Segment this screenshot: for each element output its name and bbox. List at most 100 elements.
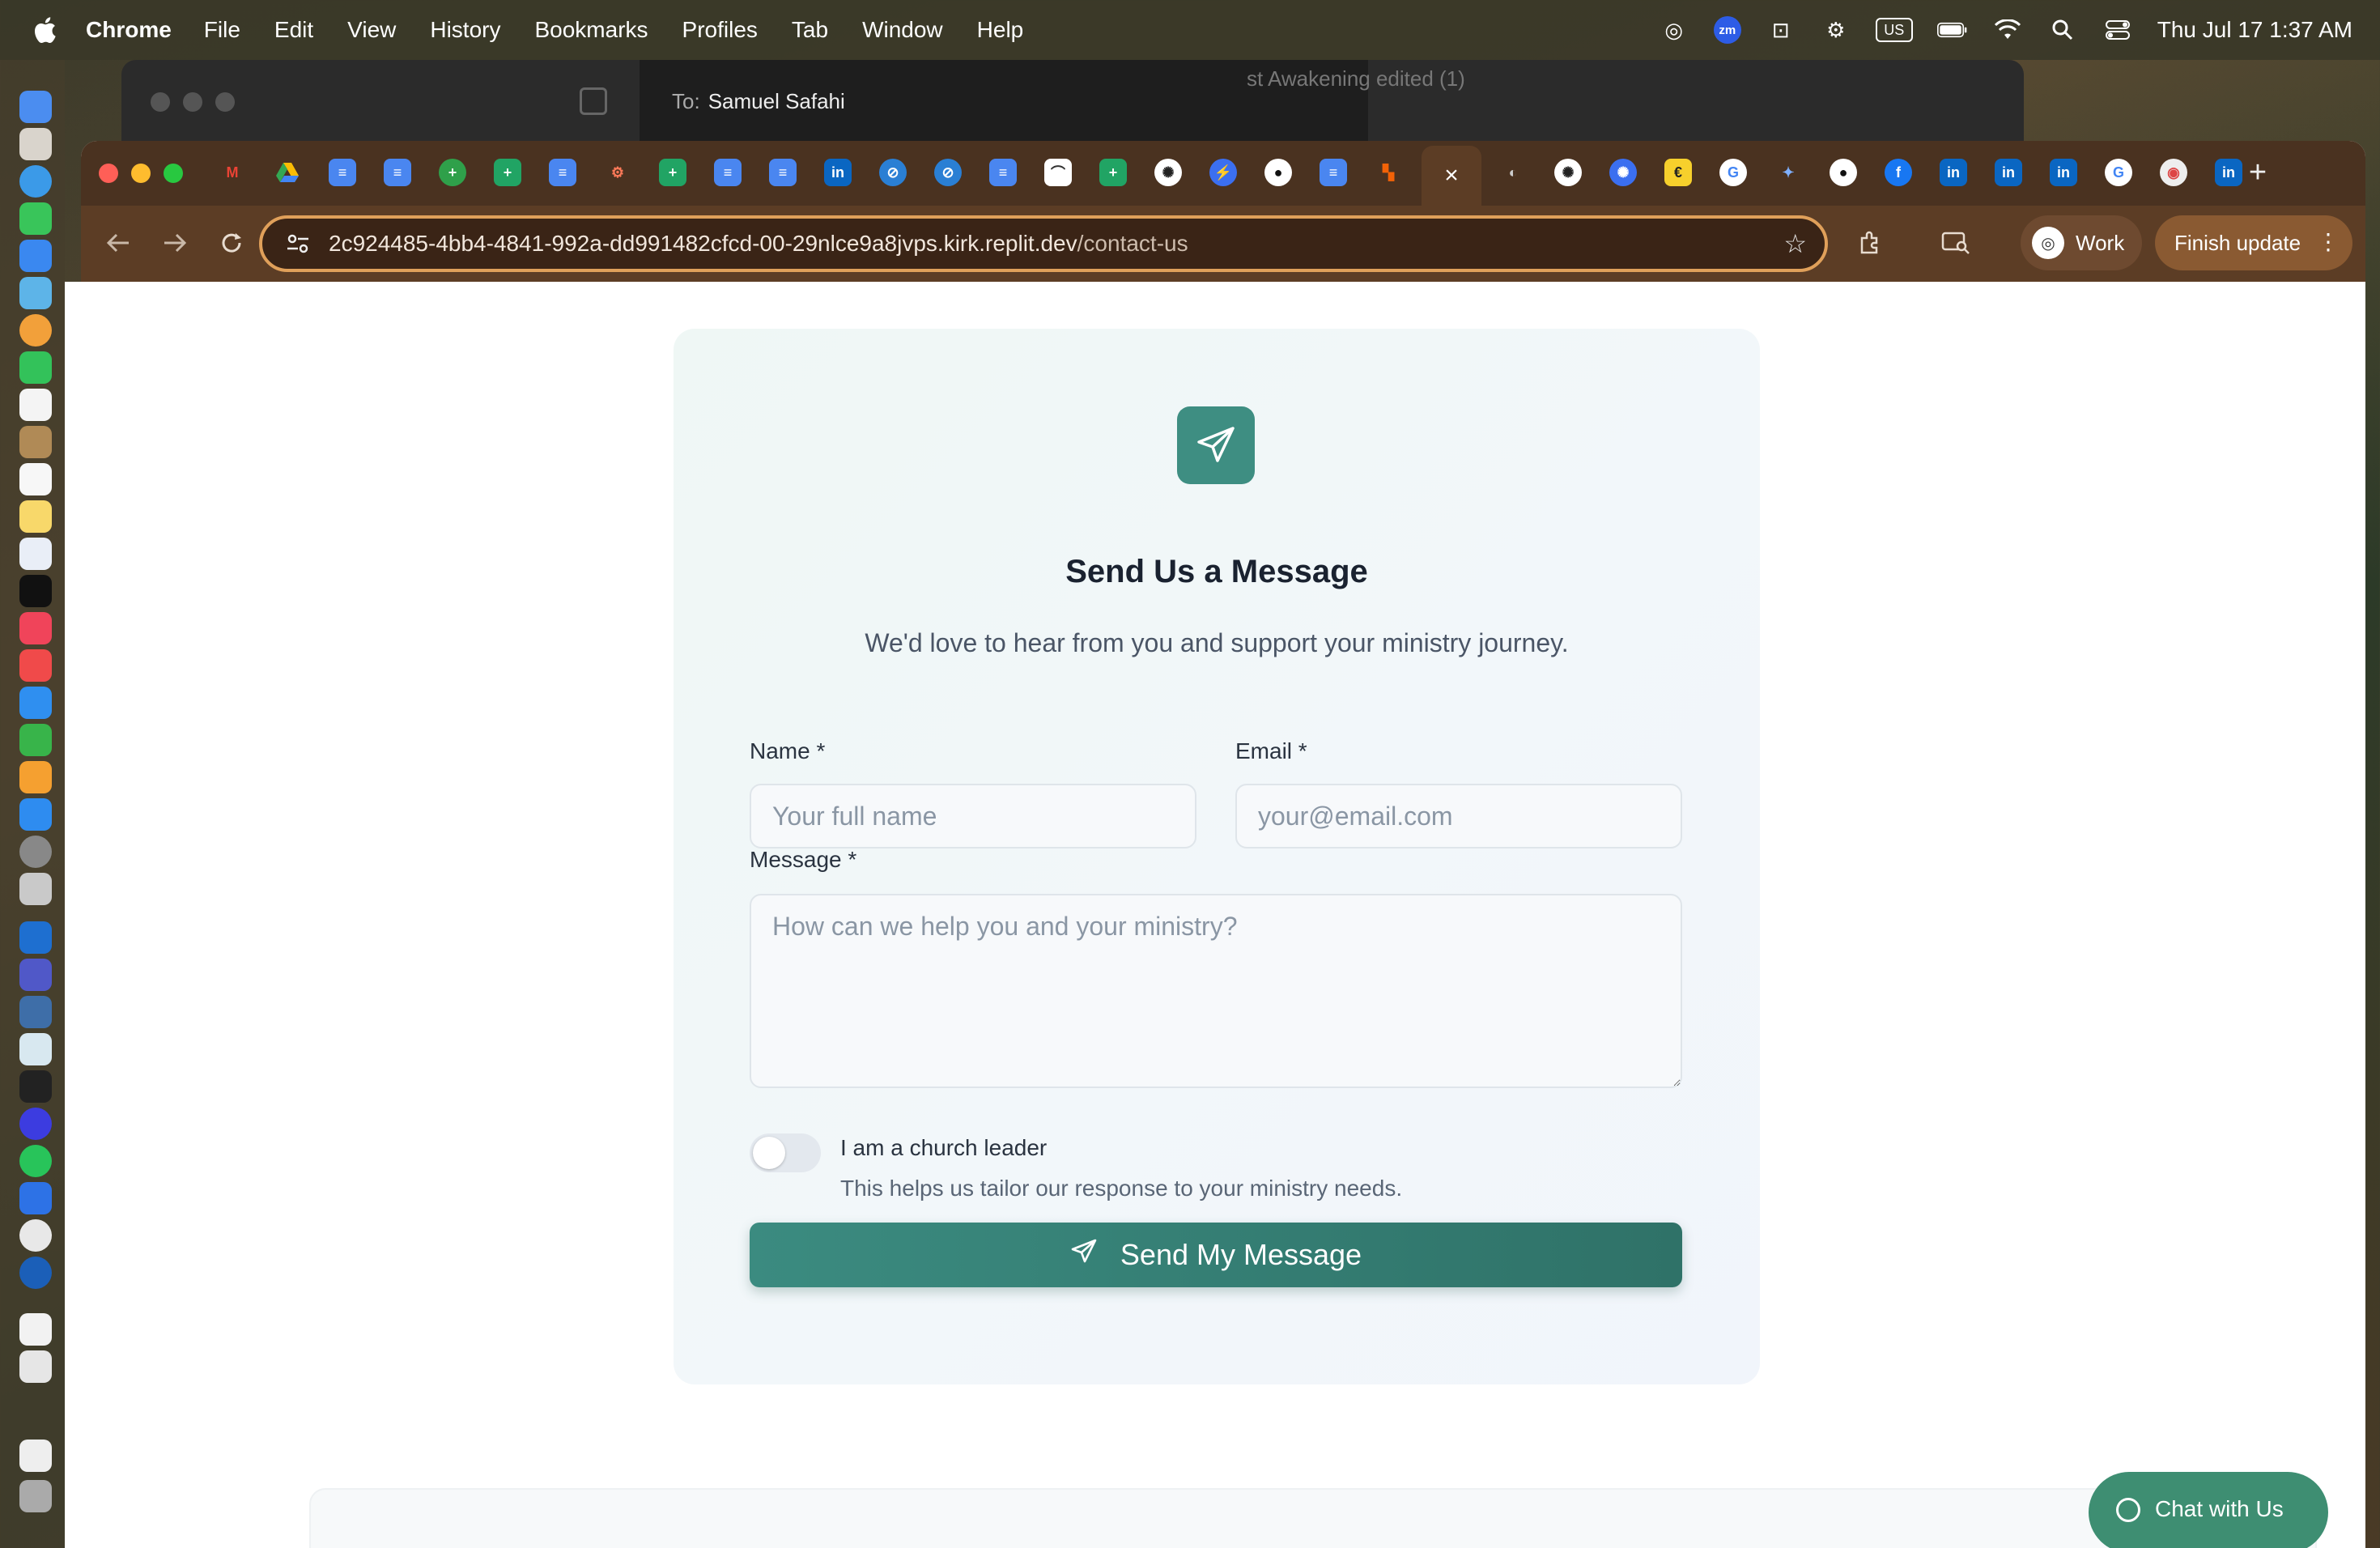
apple-tv-icon[interactable]	[19, 575, 52, 607]
numbers-icon[interactable]	[19, 724, 52, 756]
calendar-icon[interactable]	[19, 389, 52, 421]
menu-window[interactable]: Window	[862, 17, 943, 43]
tab-github-icon[interactable]: ●	[1830, 159, 1857, 186]
downloads-icon[interactable]	[19, 1440, 52, 1472]
wifi-icon[interactable]	[1992, 16, 2023, 44]
tab-sheets-icon[interactable]: +	[494, 159, 521, 186]
name-input[interactable]	[750, 784, 1196, 848]
menu-bar-clock[interactable]: Thu Jul 17 1:37 AM	[2157, 17, 2352, 43]
battery-icon[interactable]	[1936, 16, 1968, 44]
tab-docs-icon[interactable]: ≡	[714, 159, 742, 186]
news-icon[interactable]	[19, 649, 52, 682]
tab-app-icon[interactable]: ⌒	[1044, 159, 1072, 186]
finder-icon[interactable]	[19, 91, 52, 123]
whatsapp-icon[interactable]	[19, 1145, 52, 1177]
launchpad-icon[interactable]	[19, 128, 52, 160]
apple-menu-icon[interactable]	[31, 14, 58, 46]
facetime-icon[interactable]	[19, 351, 52, 384]
more-options-icon[interactable]: ⋮	[2317, 228, 2340, 255]
preview-icon[interactable]	[19, 873, 52, 905]
menu-profiles[interactable]: Profiles	[682, 17, 758, 43]
outlook-dock-icon[interactable]	[19, 921, 52, 954]
keynote-icon[interactable]	[19, 687, 52, 719]
tab-globe-icon[interactable]: ◐	[1499, 159, 1527, 186]
forward-arrow-icon[interactable]	[157, 225, 193, 261]
zoom-dock-icon[interactable]	[19, 1182, 52, 1214]
extensions-icon[interactable]	[1852, 225, 1888, 261]
signal-icon[interactable]	[19, 1108, 52, 1140]
url-text[interactable]: 2c924485-4bb4-4841-992a-dd991482cfcd-00-…	[329, 231, 1188, 257]
remote-desktop-icon[interactable]	[19, 996, 52, 1028]
tab-chrome-icon[interactable]: ◉	[2160, 159, 2187, 186]
photos-icon[interactable]	[19, 314, 52, 347]
tab-app-icon[interactable]: ✺	[1609, 159, 1637, 186]
music-icon[interactable]	[19, 612, 52, 644]
church-leader-label[interactable]: I am a church leader	[840, 1135, 1047, 1161]
new-tab-button[interactable]: +	[2239, 154, 2276, 191]
active-tab-close-button[interactable]: ×	[1422, 146, 1481, 206]
tab-gmail-icon[interactable]: M	[219, 159, 246, 186]
teams-dock-icon[interactable]	[19, 959, 52, 991]
input-source-icon[interactable]: US	[1875, 18, 1913, 42]
tab-drive-icon[interactable]	[274, 159, 301, 186]
freeform-icon[interactable]	[19, 538, 52, 570]
site-settings-icon[interactable]	[274, 219, 322, 268]
tab-linkedin-icon[interactable]: in	[1940, 159, 1967, 186]
tab-google-icon[interactable]: G	[2105, 159, 2132, 186]
tab-chatgpt-icon[interactable]: ✺	[1554, 159, 1582, 186]
tab-safari-icon[interactable]: ⊘	[934, 159, 962, 186]
contacts-icon[interactable]	[19, 426, 52, 458]
reminders-icon[interactable]	[19, 463, 52, 495]
tab-gemini-icon[interactable]: ✦	[1774, 159, 1802, 186]
document-stack-icon[interactable]	[19, 1350, 52, 1383]
zoom-window-icon[interactable]	[164, 164, 183, 183]
pages-icon[interactable]	[19, 761, 52, 793]
tab-sheets-icon[interactable]: +	[659, 159, 686, 186]
back-arrow-icon[interactable]	[100, 225, 136, 261]
menu-file[interactable]: File	[204, 17, 240, 43]
maps-icon[interactable]	[19, 277, 52, 309]
menu-tab[interactable]: Tab	[792, 17, 828, 43]
terminal-icon[interactable]	[19, 1070, 52, 1103]
document-icon[interactable]	[19, 1313, 52, 1346]
chat-with-us-button[interactable]: Chat with Us	[2089, 1472, 2328, 1548]
tab-hubspot-icon[interactable]: ⚙	[604, 159, 631, 186]
spotlight-search-icon[interactable]	[2047, 16, 2078, 44]
chrome-dock-icon[interactable]	[19, 1219, 52, 1252]
tab-linkedin-icon[interactable]: in	[2050, 159, 2077, 186]
mail-icon[interactable]	[19, 240, 52, 272]
app-store-icon[interactable]	[19, 798, 52, 831]
tab-sheets-icon[interactable]: +	[1099, 159, 1127, 186]
tab-docs-icon[interactable]: ≡	[384, 159, 411, 186]
close-window-icon[interactable]	[99, 164, 118, 183]
safari-icon[interactable]	[19, 165, 52, 198]
menu-view[interactable]: View	[347, 17, 396, 43]
menu-history[interactable]: History	[430, 17, 500, 43]
tab-sheets-addon-icon[interactable]: +	[439, 159, 466, 186]
tab-docs-icon[interactable]: ≡	[549, 159, 576, 186]
tab-github-icon[interactable]: ●	[1264, 159, 1292, 186]
control-center-icon[interactable]	[2102, 16, 2133, 44]
tab-app-icon[interactable]: €	[1664, 159, 1692, 186]
tab-docs-icon[interactable]: ≡	[989, 159, 1017, 186]
tab-linkedin-icon[interactable]: in	[2215, 159, 2242, 186]
teams-icon[interactable]: ⚙	[1821, 16, 1851, 44]
menu-bookmarks[interactable]: Bookmarks	[534, 17, 648, 43]
outlook-icon[interactable]: ⊡	[1766, 16, 1796, 44]
reload-icon[interactable]	[214, 225, 249, 261]
minimize-window-icon[interactable]	[131, 164, 151, 183]
address-bar[interactable]: 2c924485-4bb4-4841-992a-dd991482cfcd-00-…	[259, 215, 1828, 272]
tab-replit-icon[interactable]: ▚	[1375, 159, 1402, 186]
tab-safari-icon[interactable]: ⊘	[879, 159, 907, 186]
church-leader-toggle[interactable]	[750, 1133, 821, 1172]
notes-icon[interactable]	[19, 500, 52, 533]
tab-docs-icon[interactable]: ≡	[769, 159, 797, 186]
tab-google-icon[interactable]: G	[1719, 159, 1747, 186]
utility-icon[interactable]	[19, 1033, 52, 1065]
vpn-status-icon[interactable]: ◎	[1659, 16, 1689, 44]
tab-linkedin-icon[interactable]: in	[1995, 159, 2022, 186]
email-input[interactable]	[1235, 784, 1682, 848]
tab-linkedin-icon[interactable]: in	[824, 159, 852, 186]
password-manager-icon[interactable]	[19, 1257, 52, 1289]
zoom-icon[interactable]: zm	[1713, 16, 1741, 44]
